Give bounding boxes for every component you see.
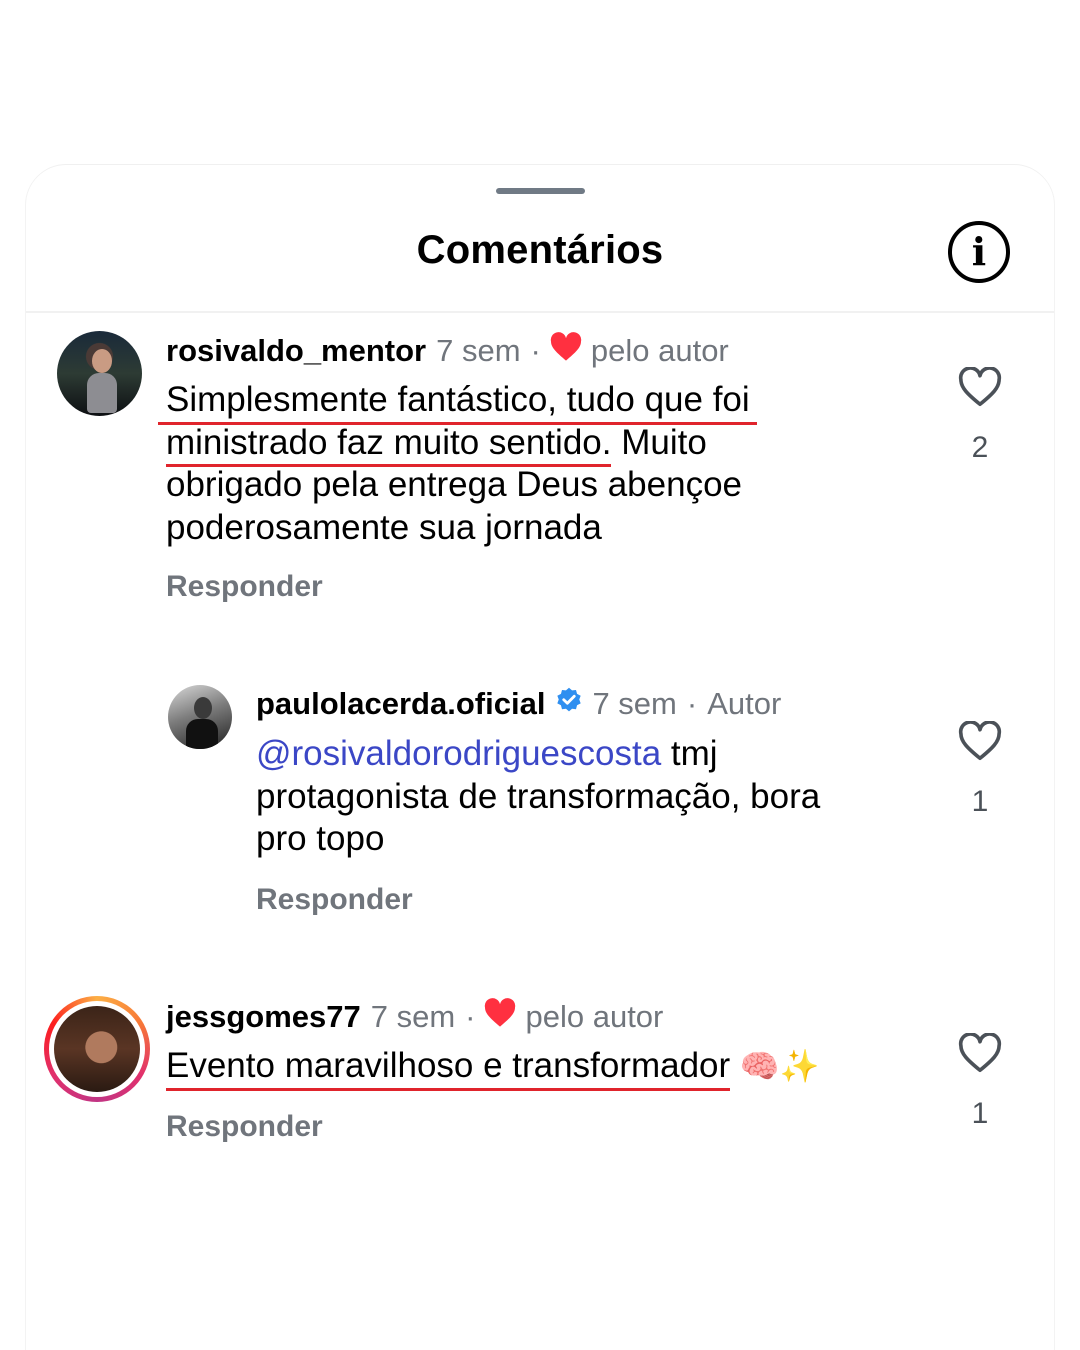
avatar[interactable] bbox=[54, 1006, 140, 1092]
heart-filled-icon bbox=[549, 332, 583, 370]
meta-separator: · bbox=[530, 333, 541, 368]
comment-text: Evento maravilhoso e transformador 🧠✨ bbox=[166, 1045, 926, 1091]
heart-filled-icon bbox=[483, 998, 517, 1036]
heart-outline-icon[interactable] bbox=[958, 366, 1002, 407]
comment-line: protagonista de transformação, bora bbox=[256, 776, 821, 816]
highlight-underline bbox=[166, 464, 612, 467]
comment-username[interactable]: jessgomes77 bbox=[166, 999, 361, 1035]
reply-button[interactable]: Responder bbox=[256, 883, 413, 917]
like-count: 2 bbox=[971, 431, 989, 464]
meta-separator: · bbox=[686, 686, 698, 721]
comment-time: 7 sem bbox=[370, 999, 456, 1034]
reply-button[interactable]: Responder bbox=[166, 570, 323, 604]
verified-badge-icon bbox=[555, 686, 583, 722]
comment-meta: rosivaldo_mentor 7 sem · pelo autor bbox=[166, 332, 729, 370]
comment-line: obrigado pela entrega Deus abençoe bbox=[166, 465, 742, 504]
comment-meta: paulolacerda.oficial 7 sem · Autor bbox=[256, 686, 781, 722]
info-icon[interactable]: i bbox=[948, 221, 1010, 283]
meta-separator: · bbox=[465, 999, 476, 1034]
brain-sparkles-emoji: 🧠✨ bbox=[739, 1047, 820, 1085]
like-count: 1 bbox=[971, 785, 989, 818]
comment-time: 7 sem bbox=[592, 686, 677, 721]
reply-button[interactable]: Responder bbox=[166, 1110, 323, 1144]
comment-line: Simplesmente fantástico, tudo que foi bbox=[158, 379, 757, 425]
header-divider bbox=[26, 311, 1054, 313]
comment-line: poderosamente sua jornada bbox=[166, 507, 602, 547]
comment-username[interactable]: paulolacerda.oficial bbox=[256, 686, 545, 722]
liked-by-author-label: pelo autor bbox=[525, 999, 664, 1034]
comment-text: @rosivaldorodriguescosta tmj protagonist… bbox=[256, 733, 936, 861]
like-count: 1 bbox=[971, 1097, 989, 1130]
heart-outline-icon[interactable] bbox=[958, 1032, 1002, 1073]
user-mention-link[interactable]: @rosivaldorodriguescosta bbox=[256, 734, 661, 773]
comment-meta: jessgomes77 7 sem · pelo autor bbox=[166, 998, 663, 1036]
avatar[interactable] bbox=[168, 685, 232, 749]
comment-line: Evento maravilhoso e transformador bbox=[166, 1045, 731, 1091]
comment-line: pro topo bbox=[256, 819, 385, 858]
highlight-underline bbox=[166, 1087, 731, 1091]
avatar[interactable] bbox=[57, 331, 142, 416]
story-ring[interactable] bbox=[44, 996, 150, 1102]
heart-outline-icon[interactable] bbox=[958, 720, 1002, 761]
liked-by-author-label: pelo autor bbox=[590, 333, 729, 368]
comment-text: Simplesmente fantástico, tudo que foi mi… bbox=[158, 379, 926, 549]
comment-username[interactable]: rosivaldo_mentor bbox=[166, 333, 426, 369]
comment-time: 7 sem bbox=[436, 333, 521, 368]
author-label: Autor bbox=[707, 686, 782, 721]
sheet-grabber[interactable] bbox=[496, 188, 585, 194]
comment-line: ministrado faz muito sentido. bbox=[166, 422, 612, 467]
page-title: Comentários bbox=[416, 228, 664, 272]
